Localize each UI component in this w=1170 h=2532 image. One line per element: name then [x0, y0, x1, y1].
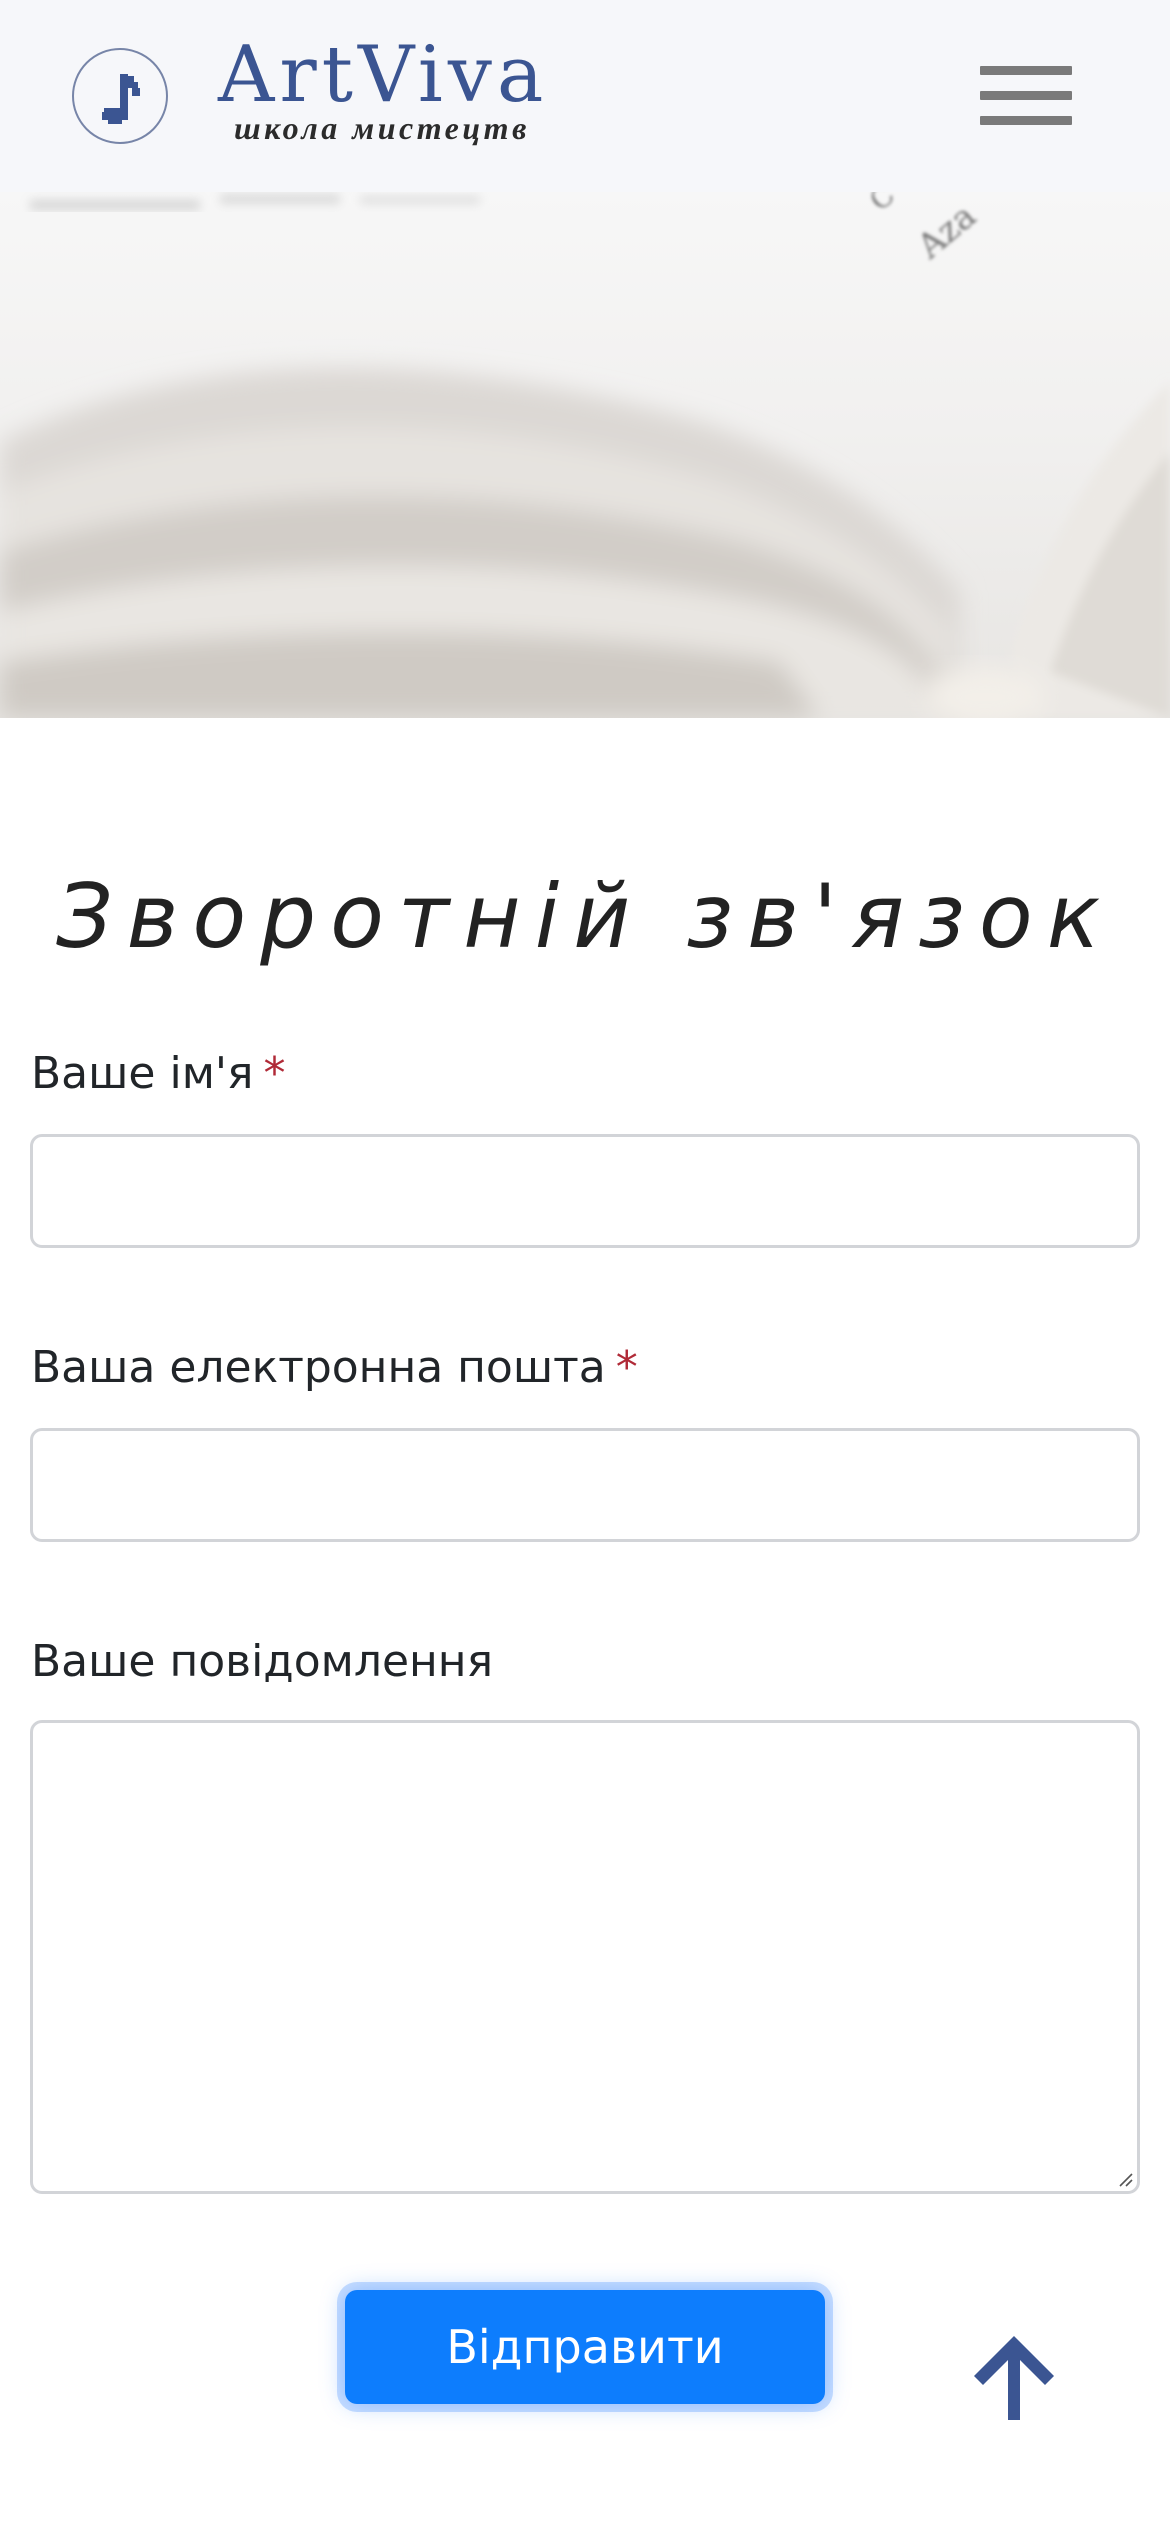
brand-name[interactable]: ArtViva — [218, 30, 548, 120]
scroll-to-top-button[interactable] — [966, 2330, 1062, 2424]
page-title: Зворотній зв'язок — [56, 865, 1114, 968]
email-label: Ваша електронна пошта * — [31, 1338, 638, 1398]
logo-music-note-icon[interactable] — [72, 48, 168, 144]
hero-book-image: Aza C — [0, 192, 1170, 718]
svg-text:C: C — [863, 192, 901, 217]
resize-handle-icon[interactable] — [1118, 2172, 1134, 2188]
brand-subtitle: школа мистецтв — [234, 110, 530, 146]
hamburger-menu-icon[interactable] — [980, 62, 1072, 130]
name-field[interactable] — [30, 1134, 1140, 1248]
arrow-up-icon — [974, 2336, 1054, 2420]
name-label: Ваше ім'я * — [31, 1044, 285, 1104]
site-header: ArtViva школа мистецтв — [0, 0, 1170, 192]
submit-button[interactable]: Відправити — [345, 2290, 825, 2404]
name-label-text: Ваше ім'я — [31, 1048, 254, 1099]
email-field[interactable] — [30, 1428, 1140, 1542]
required-mark: * — [615, 1342, 638, 1393]
hero-corner-text: Aza — [909, 196, 984, 268]
message-label-text: Ваше повідомлення — [31, 1636, 494, 1687]
required-mark: * — [263, 1048, 286, 1099]
email-label-text: Ваша електронна пошта — [31, 1342, 606, 1393]
message-label: Ваше повідомлення — [31, 1632, 493, 1692]
message-field[interactable] — [30, 1720, 1140, 2194]
